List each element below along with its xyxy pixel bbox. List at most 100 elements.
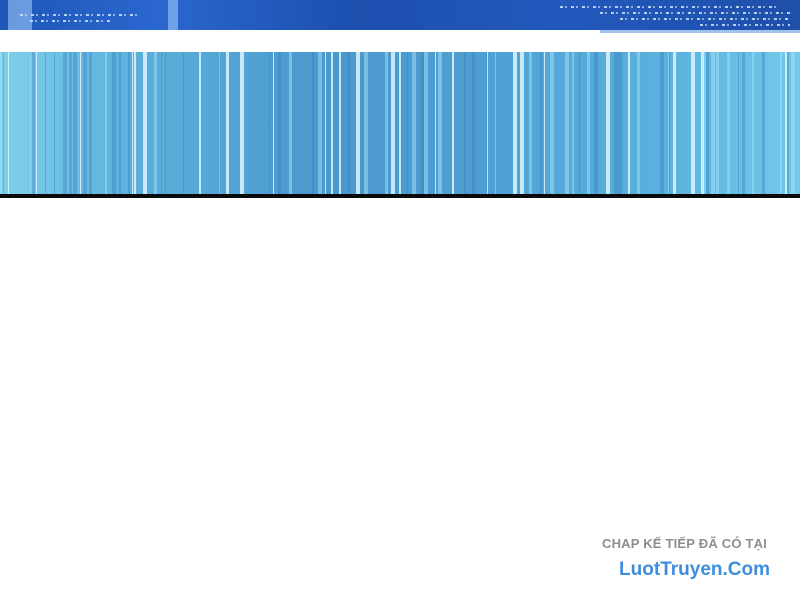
stripe-line bbox=[495, 52, 496, 194]
stripe-line bbox=[464, 52, 466, 194]
stripe-line bbox=[143, 52, 147, 194]
stripe-line bbox=[305, 52, 307, 194]
stripe-line bbox=[231, 52, 235, 194]
stripe-line bbox=[30, 52, 31, 194]
stripe-line bbox=[743, 52, 745, 194]
stripe-line bbox=[54, 52, 55, 194]
stripe-line bbox=[706, 52, 709, 194]
stripe-line bbox=[262, 52, 263, 194]
stripe-line bbox=[103, 52, 105, 194]
stripe-line bbox=[711, 52, 715, 194]
glyph-texture bbox=[700, 24, 790, 26]
stripe-line bbox=[704, 52, 706, 194]
stripe-line bbox=[606, 52, 610, 194]
comic-page: CHAP KẾ TIẾP ĐÃ CÓ TẠI LuotTruyen.Com bbox=[0, 0, 800, 600]
stripe-line bbox=[742, 52, 743, 194]
glyph-texture bbox=[560, 6, 780, 8]
stripe-line bbox=[161, 52, 162, 194]
stripe-line bbox=[226, 52, 229, 194]
stripe-line bbox=[660, 52, 663, 194]
stripe-line bbox=[597, 52, 598, 194]
stripe-line bbox=[245, 52, 247, 194]
stripe-line bbox=[132, 52, 133, 194]
stripe-line bbox=[572, 52, 574, 194]
stripe-line bbox=[646, 52, 648, 194]
stripe-line bbox=[637, 52, 640, 194]
stripe-line bbox=[36, 52, 37, 194]
stripe-line bbox=[105, 52, 107, 194]
stripe-line bbox=[0, 52, 2, 194]
stripe-line bbox=[550, 52, 554, 194]
strip-accent bbox=[600, 30, 800, 33]
stripe-line bbox=[424, 52, 428, 194]
stripe-line bbox=[407, 52, 408, 194]
stripe-line bbox=[183, 52, 184, 194]
stripe-line bbox=[73, 52, 77, 194]
stripe-line bbox=[513, 52, 517, 194]
stripe-line bbox=[529, 52, 532, 194]
stripe-line bbox=[498, 52, 500, 194]
stripe-line bbox=[325, 52, 326, 194]
stripe-line bbox=[722, 52, 723, 194]
stripe-line bbox=[273, 52, 274, 194]
stripe-line bbox=[618, 52, 622, 194]
stripe-line bbox=[780, 52, 782, 194]
glyph-texture bbox=[620, 18, 790, 20]
stripe-line bbox=[556, 52, 559, 194]
stripe-line bbox=[278, 52, 281, 194]
stripe-line bbox=[249, 52, 251, 194]
stripe-line bbox=[587, 52, 590, 194]
stripe-line bbox=[628, 52, 630, 194]
stripe-line bbox=[269, 52, 270, 194]
stripe-line bbox=[128, 52, 130, 194]
stripe-line bbox=[640, 52, 642, 194]
stripe-line bbox=[254, 52, 255, 194]
stripe-line bbox=[435, 52, 436, 194]
stripe-line bbox=[364, 52, 368, 194]
stripe-line bbox=[375, 52, 377, 194]
stripe-line bbox=[683, 52, 684, 194]
stripe-line bbox=[59, 52, 62, 194]
white-strip bbox=[0, 30, 800, 52]
stripe-line bbox=[69, 52, 72, 194]
stripe-line bbox=[89, 52, 92, 194]
stripe-line bbox=[771, 52, 773, 194]
stripe-line bbox=[134, 52, 136, 194]
stripe-line bbox=[45, 52, 46, 194]
stripe-line bbox=[391, 52, 395, 194]
stripe-line bbox=[165, 52, 166, 194]
stripe-line bbox=[624, 52, 625, 194]
stripe-line bbox=[479, 52, 483, 194]
stripe-line bbox=[701, 52, 704, 194]
stripe-line bbox=[796, 52, 799, 194]
stripe-line bbox=[791, 52, 795, 194]
stripe-line bbox=[762, 52, 765, 194]
stripe-line bbox=[470, 52, 472, 194]
stripe-line bbox=[412, 52, 416, 194]
stripe-line bbox=[527, 52, 528, 194]
stripe-line bbox=[663, 52, 664, 194]
stripe-line bbox=[673, 52, 676, 194]
stripe-line bbox=[428, 52, 430, 194]
stripe-line bbox=[199, 52, 201, 194]
stripe-line bbox=[452, 52, 454, 194]
stripe-line bbox=[540, 52, 542, 194]
stripe-line bbox=[614, 52, 618, 194]
striped-glitch-panel bbox=[0, 52, 800, 194]
stripe-line bbox=[98, 52, 101, 194]
stripe-line bbox=[652, 52, 655, 194]
stripe-line bbox=[206, 52, 208, 194]
stripe-line bbox=[263, 52, 266, 194]
stripe-line bbox=[579, 52, 580, 194]
stripe-line bbox=[303, 52, 304, 194]
stripe-line bbox=[312, 52, 314, 194]
stripe-line bbox=[356, 52, 360, 194]
panel-divider bbox=[0, 194, 800, 198]
stripe-line bbox=[348, 52, 350, 194]
stripe-line bbox=[421, 52, 424, 194]
stripe-line bbox=[669, 52, 670, 194]
stripe-line bbox=[727, 52, 730, 194]
stripe-line bbox=[289, 52, 292, 194]
glyph-texture bbox=[30, 20, 110, 22]
stripe-line bbox=[14, 52, 16, 194]
